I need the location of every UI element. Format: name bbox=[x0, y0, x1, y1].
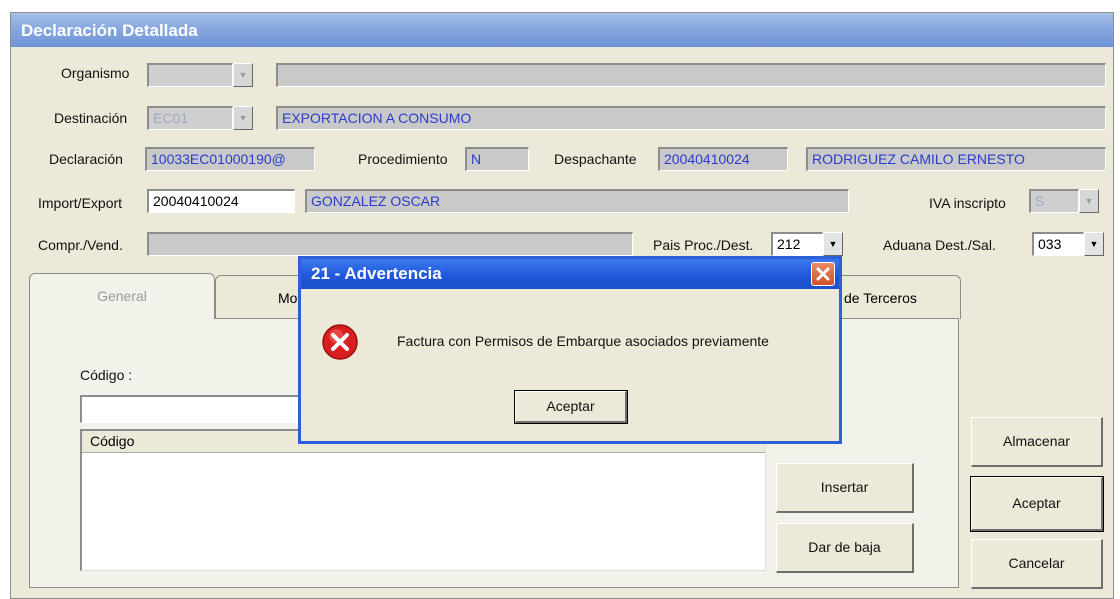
pais-label: Pais Proc./Dest. bbox=[653, 237, 754, 253]
aduana-input[interactable]: 033 bbox=[1032, 232, 1084, 256]
iva-field[interactable]: S bbox=[1029, 189, 1079, 213]
compr-vend-field bbox=[147, 232, 633, 256]
pais-dropdown-button[interactable]: ▼ bbox=[823, 232, 843, 256]
organismo-desc-field bbox=[276, 63, 1106, 87]
close-icon[interactable] bbox=[811, 262, 835, 286]
organismo-label: Organismo bbox=[61, 65, 130, 81]
iva-label: IVA inscripto bbox=[929, 195, 1006, 211]
organismo-dropdown-button[interactable]: ▼ bbox=[233, 63, 253, 87]
procedimiento-label: Procedimiento bbox=[358, 151, 448, 167]
codigo-list[interactable]: Código bbox=[80, 429, 766, 571]
declaracion-field: 10033EC01000190@ bbox=[145, 147, 315, 171]
aduana-label: Aduana Dest./Sal. bbox=[883, 237, 996, 253]
destinacion-label: Destinación bbox=[54, 110, 128, 126]
despachante-name-field: RODRIGUEZ CAMILO ERNESTO bbox=[806, 147, 1106, 171]
import-export-name-field: GONZALEZ OSCAR bbox=[305, 189, 849, 213]
insertar-button[interactable]: Insertar bbox=[776, 463, 914, 513]
dialog-title: 21 - Advertencia bbox=[301, 259, 839, 289]
despachante-label: Despachante bbox=[554, 151, 637, 167]
organismo-code-field[interactable] bbox=[147, 63, 233, 87]
destinacion-dropdown-button[interactable]: ▼ bbox=[233, 106, 253, 130]
aduana-dropdown-button[interactable]: ▼ bbox=[1084, 232, 1104, 256]
destinacion-code-field[interactable]: EC01 bbox=[147, 106, 233, 130]
aceptar-button[interactable]: Aceptar bbox=[970, 476, 1104, 532]
cancelar-button[interactable]: Cancelar bbox=[971, 539, 1103, 589]
despachante-cuit-field: 20040410024 bbox=[658, 147, 788, 171]
error-icon bbox=[321, 323, 359, 361]
iva-dropdown-button[interactable]: ▼ bbox=[1079, 189, 1099, 213]
declaracion-label: Declaración bbox=[49, 151, 123, 167]
pais-input[interactable]: 212 bbox=[771, 232, 823, 256]
procedimiento-field: N bbox=[465, 147, 529, 171]
codigo-label: Código : bbox=[80, 367, 133, 383]
codigo-input[interactable] bbox=[80, 395, 320, 423]
import-export-cuit-input[interactable]: 20040410024 bbox=[147, 189, 295, 213]
window-title: Declaración Detallada bbox=[11, 13, 1113, 47]
import-export-label: Import/Export bbox=[38, 195, 123, 211]
destinacion-desc-field: EXPORTACION A CONSUMO bbox=[276, 106, 1106, 130]
dar-de-baja-button[interactable]: Dar de baja bbox=[776, 523, 914, 573]
warning-dialog: 21 - Advertencia Factura con Permisos de… bbox=[298, 256, 842, 444]
dialog-ok-button[interactable]: Aceptar bbox=[514, 390, 628, 424]
dialog-message: Factura con Permisos de Embarque asociad… bbox=[397, 333, 769, 349]
compr-vend-label: Compr./Vend. bbox=[38, 237, 123, 253]
tab-general[interactable]: General bbox=[29, 273, 215, 319]
almacenar-button[interactable]: Almacenar bbox=[971, 417, 1103, 467]
